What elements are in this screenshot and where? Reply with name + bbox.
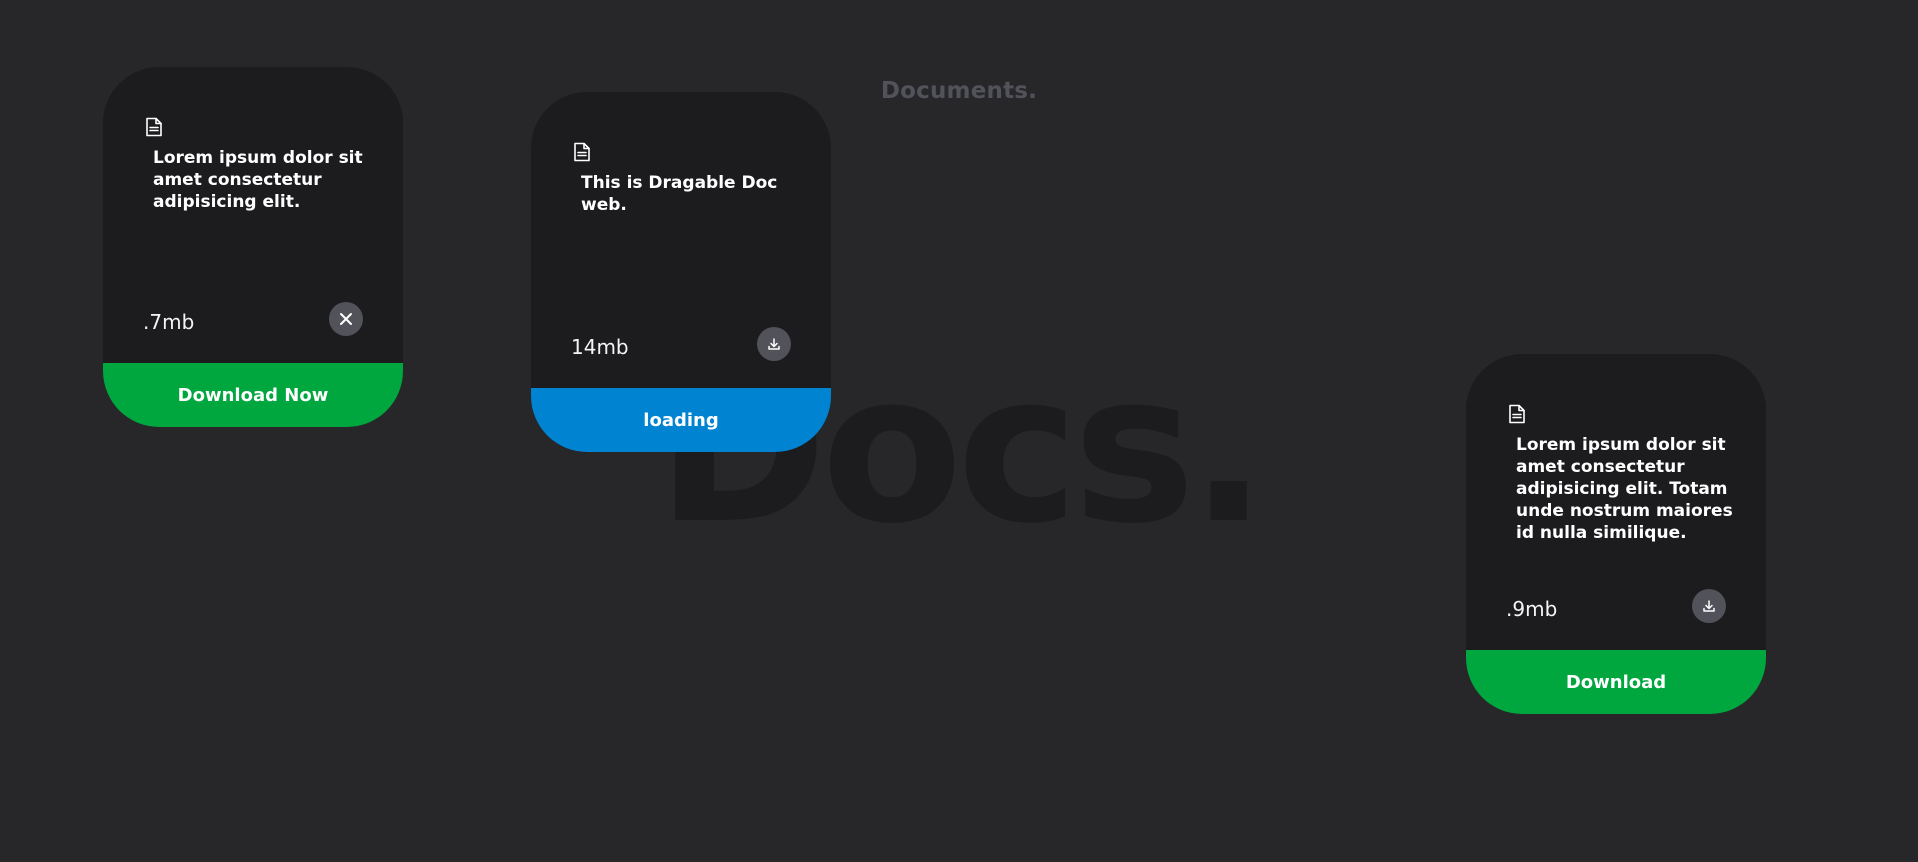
document-description: This is Dragable Doc web. [581, 173, 778, 215]
file-size: .7mb [143, 310, 195, 334]
document-description: Lorem ipsum dolor sit amet consectetur a… [1516, 435, 1733, 543]
download-now-button[interactable]: Download Now [103, 363, 403, 427]
close-icon [339, 312, 353, 326]
close-button[interactable] [329, 302, 363, 336]
download-button[interactable] [1692, 589, 1726, 623]
file-size: 14mb [571, 335, 629, 359]
download-icon [767, 337, 781, 351]
file-size: .9mb [1506, 597, 1558, 621]
download-button[interactable] [757, 327, 791, 361]
document-card[interactable]: Lorem ipsum dolor sit amet consectetur a… [1466, 354, 1766, 714]
download-button[interactable]: Download [1466, 650, 1766, 714]
document-icon [145, 117, 163, 137]
loading-button[interactable]: loading [531, 388, 831, 452]
document-description: Lorem ipsum dolor sit amet consectetur a… [153, 148, 363, 212]
document-card[interactable]: Lorem ipsum dolor sit amet consectetur a… [103, 67, 403, 427]
document-card[interactable]: This is Dragable Doc web. 14mb loading [531, 92, 831, 452]
document-icon [1508, 404, 1526, 424]
download-icon [1702, 599, 1716, 613]
document-icon [573, 142, 591, 162]
